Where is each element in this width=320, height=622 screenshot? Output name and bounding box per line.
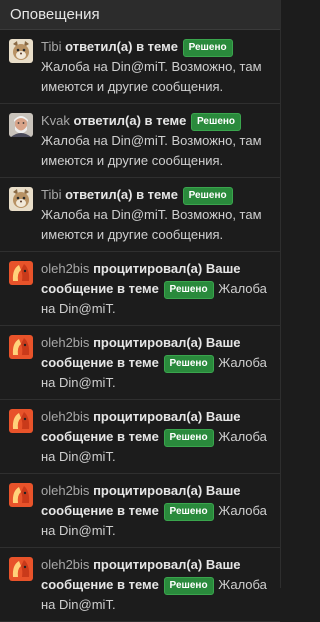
action-text: ответил(а) в теме xyxy=(73,113,187,128)
status-badge: Решено xyxy=(163,428,214,447)
fox-avatar-icon[interactable] xyxy=(9,409,33,433)
action-text: ответил(а) в теме xyxy=(65,187,178,202)
notification-item[interactable]: oleh2bis процитировал(а) Ваше сообщение … xyxy=(0,326,280,400)
user-link[interactable]: oleh2bis xyxy=(41,557,89,572)
notification-item[interactable]: oleh2bis процитировал(а) Ваше сообщение … xyxy=(0,400,280,474)
panel-title: Оповещения xyxy=(0,0,280,30)
user-link[interactable]: Tibi xyxy=(41,187,61,202)
user-link[interactable]: oleh2bis xyxy=(41,483,89,498)
user-link[interactable]: oleh2bis xyxy=(41,409,89,424)
notification-item[interactable]: oleh2bis процитировал(а) Ваше сообщение … xyxy=(0,548,280,622)
status-badge: Решено xyxy=(163,280,214,299)
thread-link[interactable]: Жалоба на Din@miT. Возможно, там имеются… xyxy=(41,133,262,168)
notification-item[interactable]: Tibi ответил(а) в теме Решено Жалоба на … xyxy=(0,30,280,104)
person-avatar-icon[interactable] xyxy=(9,113,33,137)
user-link[interactable]: Tibi xyxy=(41,39,61,54)
user-link[interactable]: Kvak xyxy=(41,113,70,128)
status-badge: Решено xyxy=(163,576,214,595)
notification-item[interactable]: Tibi ответил(а) в теме Решено Жалоба на … xyxy=(0,178,280,252)
cat-avatar-icon[interactable] xyxy=(9,187,33,211)
thread-link[interactable]: Жалоба на Din@miT. Возможно, там имеются… xyxy=(41,207,262,242)
user-link[interactable]: oleh2bis xyxy=(41,261,89,276)
notification-item[interactable]: oleh2bis процитировал(а) Ваше сообщение … xyxy=(0,474,280,548)
fox-avatar-icon[interactable] xyxy=(9,483,33,507)
notification-item[interactable]: Kvak ответил(а) в теме Решено Жалоба на … xyxy=(0,104,280,178)
fox-avatar-icon[interactable] xyxy=(9,557,33,581)
status-badge: Решено xyxy=(182,187,233,205)
action-text: ответил(а) в теме xyxy=(65,39,178,54)
user-link[interactable]: oleh2bis xyxy=(41,335,89,350)
status-badge: Решено xyxy=(191,113,242,131)
fox-avatar-icon[interactable] xyxy=(9,261,33,285)
notifications-panel: Оповещения Tibi ответил(а) в теме Решено… xyxy=(0,0,281,622)
status-badge: Решено xyxy=(163,354,214,373)
status-badge: Решено xyxy=(182,39,233,57)
thread-link[interactable]: Жалоба на Din@miT. Возможно, там имеются… xyxy=(41,59,262,94)
notifications-list: Tibi ответил(а) в теме Решено Жалоба на … xyxy=(0,30,280,622)
fox-avatar-icon[interactable] xyxy=(9,335,33,359)
notification-item[interactable]: oleh2bis процитировал(а) Ваше сообщение … xyxy=(0,252,280,326)
cat-avatar-icon[interactable] xyxy=(9,39,33,63)
status-badge: Решено xyxy=(163,502,214,521)
